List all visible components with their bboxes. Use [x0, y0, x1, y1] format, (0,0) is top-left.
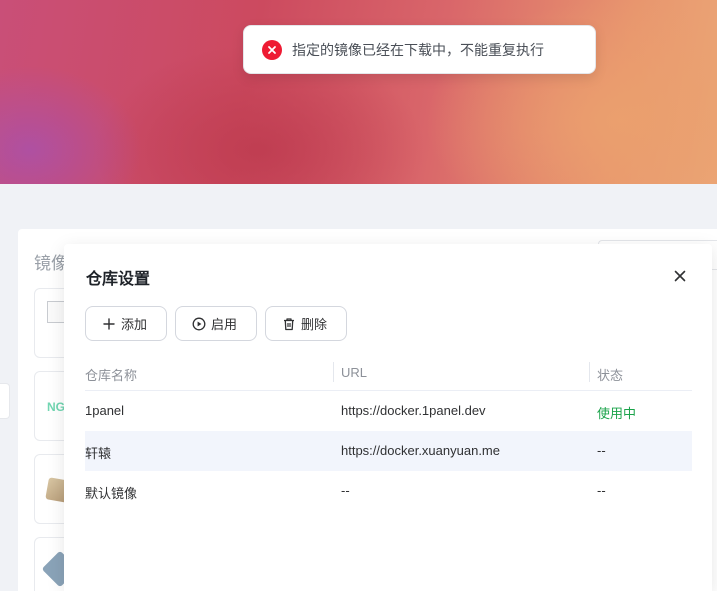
repo-url: https://docker.xuanyuan.me: [341, 443, 500, 458]
enable-button[interactable]: 启用: [175, 306, 257, 341]
add-button[interactable]: 添加: [85, 306, 167, 341]
delete-button[interactable]: 删除: [265, 306, 347, 341]
column-header-url: URL: [341, 365, 368, 380]
status-badge: --: [597, 443, 606, 458]
app-card-logo-text: NG: [47, 400, 65, 414]
dialog-title: 仓库设置: [86, 271, 151, 288]
trash-icon: [282, 317, 296, 331]
side-collapse-handle[interactable]: [0, 383, 10, 419]
delete-button-label: 删除: [301, 317, 328, 332]
table-header: 仓库名称 URL 状态: [85, 354, 692, 391]
page-strip: [0, 184, 717, 228]
repo-name: 默认镜像: [85, 486, 138, 501]
repo-url: https://docker.1panel.dev: [341, 403, 486, 418]
toast-message: 指定的镜像已经在下载中，不能重复执行: [292, 41, 544, 58]
table-row[interactable]: 轩辕 https://docker.xuanyuan.me --: [85, 431, 692, 471]
repo-url: --: [341, 483, 350, 498]
table-row[interactable]: 1panel https://docker.1panel.dev 使用中: [85, 391, 692, 431]
plus-icon: [102, 317, 116, 331]
enable-button-label: 启用: [211, 317, 238, 332]
add-button-label: 添加: [121, 317, 148, 332]
panel-title: 镜像: [34, 254, 68, 273]
column-resizer[interactable]: [589, 362, 590, 382]
status-badge: --: [597, 483, 606, 498]
table-row[interactable]: 默认镜像 -- --: [85, 471, 692, 511]
status-badge: 使用中: [597, 406, 637, 421]
close-icon[interactable]: [670, 266, 690, 286]
dialog-toolbar: 添加 启用 删除: [85, 306, 347, 341]
repo-name: 轩辕: [85, 446, 112, 461]
repo-name: 1panel: [85, 403, 125, 418]
error-circle-icon: [262, 39, 282, 60]
error-toast: 指定的镜像已经在下载中，不能重复执行: [243, 25, 596, 74]
play-circle-icon: [192, 317, 206, 331]
column-header-name: 仓库名称: [85, 368, 138, 383]
column-header-status: 状态: [597, 368, 624, 383]
repository-table: 仓库名称 URL 状态 1panel https://docker.1panel…: [85, 354, 692, 511]
column-resizer[interactable]: [333, 362, 334, 382]
repository-settings-dialog: 仓库设置 添加 启用 删除 仓库名称 URL 状态 1panel https:/…: [64, 244, 712, 591]
